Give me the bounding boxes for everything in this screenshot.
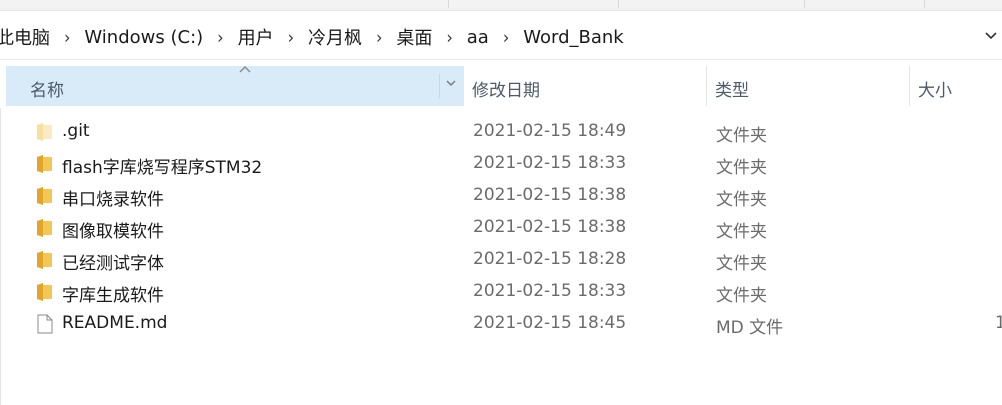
folder-icon <box>36 282 54 302</box>
file-name: 字库生成软件 <box>62 286 164 306</box>
folder-icon <box>36 186 54 206</box>
file-date: 2021-02-15 18:38 <box>473 217 627 237</box>
file-type: 文件夹 <box>716 254 767 274</box>
top-strip-segment <box>448 0 619 8</box>
column-divider[interactable] <box>439 74 440 98</box>
file-row[interactable]: 字库生成软件 2021-02-15 18:33 文件夹 <box>0 276 1002 308</box>
file-date: 2021-02-15 18:28 <box>473 249 627 269</box>
file-date: 2021-02-15 18:45 <box>473 313 627 333</box>
breadcrumb-separator-icon[interactable]: › <box>280 27 302 48</box>
file-type: 文件夹 <box>716 190 767 210</box>
file-name: flash字库烧写程序STM32 <box>62 158 263 178</box>
breadcrumb-separator-icon[interactable]: › <box>495 27 517 48</box>
file-size: 1 <box>995 313 1002 333</box>
file-row[interactable]: 串口烧录软件 2021-02-15 18:38 文件夹 <box>0 180 1002 212</box>
file-date: 2021-02-15 18:33 <box>473 281 627 301</box>
file-type: 文件夹 <box>716 126 767 146</box>
file-row[interactable]: 已经测试字体 2021-02-15 18:28 文件夹 <box>0 244 1002 276</box>
top-strip <box>0 0 1002 11</box>
file-name: 已经测试字体 <box>62 254 164 274</box>
breadcrumb-separator-icon[interactable]: › <box>56 27 78 48</box>
sort-ascending-icon <box>238 62 252 78</box>
file-date: 2021-02-15 18:49 <box>473 121 627 141</box>
breadcrumb-item[interactable]: aa <box>461 27 495 48</box>
file-name: 串口烧录软件 <box>62 190 164 210</box>
breadcrumb-item[interactable]: 冷月枫 <box>302 24 368 50</box>
file-date: 2021-02-15 18:33 <box>473 153 627 173</box>
breadcrumb-item[interactable]: 桌面 <box>390 24 438 50</box>
top-strip-segment <box>0 0 449 8</box>
column-header-date[interactable]: 修改日期 <box>464 66 707 106</box>
document-icon <box>36 314 54 334</box>
file-date: 2021-02-15 18:38 <box>473 185 627 205</box>
column-header-name-label: 名称 <box>30 81 64 101</box>
top-strip-segment <box>618 0 805 8</box>
file-type: 文件夹 <box>716 286 767 306</box>
folder-icon <box>36 218 54 238</box>
breadcrumb-separator-icon[interactable]: › <box>209 27 231 48</box>
column-filter-chevron-icon[interactable] <box>444 76 458 94</box>
breadcrumb-separator-icon[interactable]: › <box>368 27 390 48</box>
address-bar[interactable]: 此电脑 › Windows (C:) › 用户 › 冷月枫 › 桌面 › aa … <box>0 15 1002 60</box>
file-row[interactable]: 图像取模软件 2021-02-15 18:38 文件夹 <box>0 212 1002 244</box>
file-row[interactable]: flash字库烧写程序STM32 2021-02-15 18:33 文件夹 <box>0 148 1002 180</box>
hidden-folder-icon <box>36 122 54 142</box>
file-type: 文件夹 <box>716 222 767 242</box>
file-row[interactable]: README.md 2021-02-15 18:45 MD 文件 1 <box>0 308 1002 340</box>
breadcrumb: 此电脑 › Windows (C:) › 用户 › 冷月枫 › 桌面 › aa … <box>0 15 630 59</box>
file-name: .git <box>62 121 90 141</box>
column-header-size[interactable]: 大小 <box>910 66 1002 106</box>
breadcrumb-item-current[interactable]: Word_Bank <box>517 27 629 48</box>
breadcrumb-separator-icon[interactable]: › <box>438 27 460 48</box>
folder-icon <box>36 250 54 270</box>
breadcrumb-item[interactable]: Windows (C:) <box>78 27 209 48</box>
file-type: MD 文件 <box>716 318 784 338</box>
file-name: README.md <box>62 313 168 333</box>
breadcrumb-item[interactable]: 此电脑 <box>0 24 56 50</box>
folder-icon <box>36 154 54 174</box>
file-row[interactable]: .git 2021-02-15 18:49 文件夹 <box>0 116 1002 148</box>
file-type: 文件夹 <box>716 158 767 178</box>
top-strip-segment <box>804 0 925 8</box>
chevron-down-icon[interactable] <box>982 27 1000 45</box>
column-header-date-label: 修改日期 <box>472 81 540 101</box>
column-header-type-label: 类型 <box>715 81 749 101</box>
column-headers: 名称 修改日期 类型 大小 <box>0 66 1002 107</box>
file-list: .git 2021-02-15 18:49 文件夹 flash字库烧写程序STM… <box>0 116 1002 340</box>
column-header-name[interactable]: 名称 <box>6 66 464 106</box>
column-header-type[interactable]: 类型 <box>707 66 910 106</box>
breadcrumb-item[interactable]: 用户 <box>232 24 280 50</box>
column-header-size-label: 大小 <box>918 81 952 101</box>
file-name: 图像取模软件 <box>62 222 164 242</box>
